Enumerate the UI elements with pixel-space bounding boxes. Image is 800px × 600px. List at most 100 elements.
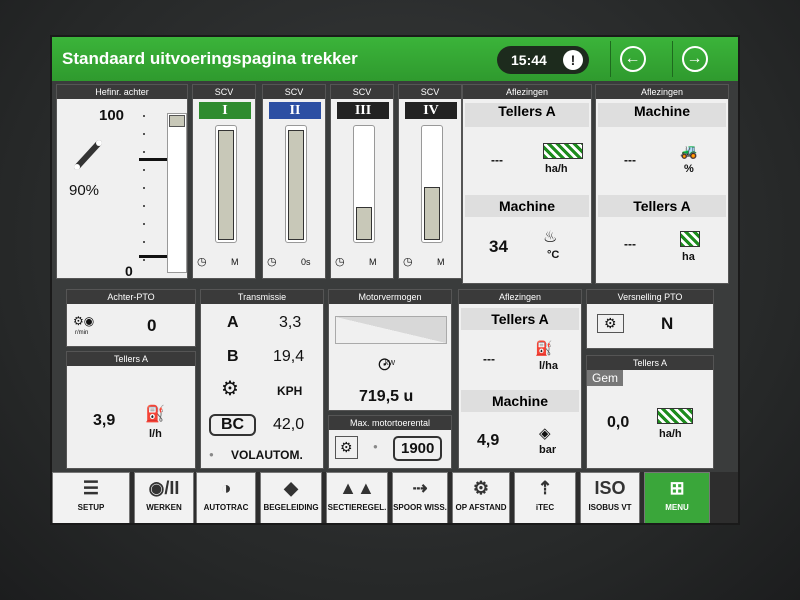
readouts-panel-1[interactable]: Aflezingen Tellers A --- ha/h Machine 34…	[462, 84, 592, 284]
readouts-panel-3[interactable]: Aflezingen Tellers A --- ⛽ l/ha Machine …	[458, 289, 582, 469]
fuel-icon: ⛽	[145, 406, 165, 423]
tellers-a-panel-1[interactable]: Tellers A 3,9 ⛽ l/h	[66, 351, 196, 469]
alert-icon[interactable]: !	[563, 50, 583, 70]
pto-gear-title: Versnelling PTO	[587, 290, 713, 304]
readouts-1-sub1: Tellers A	[465, 103, 589, 127]
tellers-1-unit: l/h	[149, 428, 162, 440]
scv-numeral: I	[199, 102, 251, 119]
page-title: Standaard uitvoeringspagina trekker	[62, 49, 358, 68]
toolbar-button-spoorwiss[interactable]: ⇢ SPOOR WISS. 0	[392, 472, 448, 525]
readouts-1-unit2: °C	[547, 249, 560, 261]
readouts-3-unit2: bar	[539, 444, 557, 456]
max-rpm-button[interactable]: 1900	[393, 436, 443, 461]
toolbar-button-label: WERKEN	[146, 503, 182, 512]
status-dot-icon: ●	[209, 450, 214, 459]
transmission-title: Transmissie	[201, 290, 323, 304]
engine-power-title: Motorvermogen	[329, 290, 451, 304]
pto-gear-value: N	[661, 314, 674, 333]
toolbar-button-menu[interactable]: ⊞ MENU	[644, 472, 710, 523]
toolbar-button-label: SECTIEREGEL.	[327, 503, 387, 512]
menu-grid-icon: ⊞	[669, 477, 685, 498]
hitch-icon	[74, 140, 102, 170]
readouts-1-val2: 34	[489, 237, 508, 256]
toolbar-button-begeleiding[interactable]: ◆ BEGELEIDING 0	[260, 472, 322, 523]
range-bc-button[interactable]: BC	[209, 414, 257, 436]
area-icon	[680, 231, 700, 247]
forward-button[interactable]: →	[672, 41, 716, 77]
tellers-a-panel-2[interactable]: Tellers A Gem 0,0 ha/h	[586, 355, 714, 469]
readouts-1-val1: ---	[491, 153, 503, 167]
tellers-1-title: Tellers A	[67, 352, 195, 366]
clock-badge[interactable]: 15:44 !	[497, 46, 589, 74]
tellers-2-value: 0,0	[607, 414, 630, 431]
toolbar-button-setup[interactable]: ☰ SETUP	[52, 472, 130, 523]
isobus-icon: ISO	[594, 477, 626, 498]
hitch-panel[interactable]: Hefinr. achter 100 0 90%	[56, 84, 188, 279]
back-button[interactable]: ←	[610, 41, 654, 77]
max-engine-rpm-panel[interactable]: Max. motortoerental ⚙ ● 1900	[328, 415, 452, 469]
toolbar-button-itec[interactable]: ⇡ iTEC 0	[514, 472, 576, 523]
timer-icon: ◷	[267, 256, 277, 268]
gear-a-value: 3,3	[279, 314, 302, 331]
readouts-2-val2: ---	[624, 237, 636, 251]
bottom-toolbar: ☰ SETUP ◉/II WERKEN 0◑ AUTOTRAC 0◆ BEGEL…	[52, 472, 738, 525]
max-rpm-title: Max. motortoerental	[329, 416, 451, 430]
autotrac-icon: ◑	[220, 477, 232, 498]
pto-gear-icon: ⚙	[597, 314, 624, 333]
toolbar-button-werken[interactable]: ◉/II WERKEN 0	[134, 472, 194, 523]
hitch-value: 90%	[69, 182, 100, 199]
scv-panel-2[interactable]: SCV II ◷ 0s	[262, 84, 326, 279]
readouts-panel-2[interactable]: Aflezingen Machine --- 🚜 % Tellers A ---…	[595, 84, 729, 284]
readouts-1-unit1: ha/h	[545, 163, 568, 175]
tellers-1-value: 3,9	[93, 412, 116, 429]
toolbar-button-autotrac[interactable]: ◑ AUTOTRAC 0	[196, 472, 256, 523]
timer-icon: ◷	[335, 256, 345, 268]
rear-pto-panel[interactable]: Achter-PTO ⚙◉ r/min 0	[66, 289, 196, 347]
scv-mode: M	[437, 257, 445, 267]
hitch-min: 0	[125, 263, 133, 279]
tractor-icon: 🚜	[680, 143, 698, 159]
scv-panel-4[interactable]: SCV IV ◷ M	[398, 84, 462, 279]
gear-bc-value: 42,0	[273, 416, 305, 433]
area-rate-icon-2	[657, 408, 693, 424]
scv-title: SCV	[331, 85, 393, 99]
engine-power-panel[interactable]: Motorvermogen ⊙ kW 719,5 u	[328, 289, 452, 411]
toolbar-button-count: 0	[393, 523, 447, 525]
pto-gear-panel[interactable]: Versnelling PTO ⚙ N	[586, 289, 714, 349]
hitch-max: 100	[99, 107, 125, 124]
gear-b-label: B	[227, 348, 239, 365]
scv-numeral: IV	[405, 102, 457, 119]
toolbar-button-label: SPOOR WISS.	[393, 503, 447, 512]
rpm-dot-icon: ●	[373, 442, 378, 451]
guidance-icon: ◆	[284, 477, 298, 498]
gear-a-label: A	[227, 314, 239, 331]
scv-flow-gauge	[215, 125, 237, 243]
speed-unit: KPH	[277, 384, 303, 398]
readouts-3-title: Aflezingen	[459, 290, 581, 304]
rear-pto-value: 0	[147, 316, 157, 335]
toolbar-button-label: MENU	[665, 503, 689, 512]
engine-power-unit: kW	[385, 360, 396, 367]
scv-mode: M	[369, 257, 377, 267]
scv-flow-gauge	[353, 125, 375, 243]
section-control-icon: ▲▲	[339, 477, 375, 498]
area-rate-icon	[543, 143, 583, 159]
header-bar: Standaard uitvoeringspagina trekker 15:4…	[52, 37, 738, 81]
toolbar-button-isobusvt[interactable]: ISO ISOBUS VT 0	[580, 472, 640, 523]
transmission-panel[interactable]: Transmissie A 3,3 B 19,4 ⚙ KPH BC 42,0 ●…	[200, 289, 324, 469]
hitch-title: Hefinr. achter	[57, 85, 187, 99]
engine-power-bar	[335, 316, 447, 344]
toolbar-button-sectieregel[interactable]: ▲▲ SECTIEREGEL. 0	[326, 472, 388, 523]
scv-panel-3[interactable]: SCV III ◷ M	[330, 84, 394, 279]
tellers-2-unit: ha/h	[659, 428, 682, 440]
toolbar-button-opafstand[interactable]: ⚙ OP AFSTAND 0	[452, 472, 510, 523]
toolbar-button-label: SETUP	[77, 503, 105, 512]
readouts-2-sub1: Machine	[598, 103, 726, 127]
gear-settings-icon: ⚙	[221, 378, 239, 400]
scv-panel-1[interactable]: SCV I ◷ M	[192, 84, 256, 279]
setup-list-icon: ☰	[82, 477, 100, 498]
readouts-1-sub2: Machine	[465, 195, 589, 217]
toolbar-button-label: BEGELEIDING	[263, 503, 319, 512]
scv-title: SCV	[399, 85, 461, 99]
clock-time: 15:44	[511, 52, 547, 68]
